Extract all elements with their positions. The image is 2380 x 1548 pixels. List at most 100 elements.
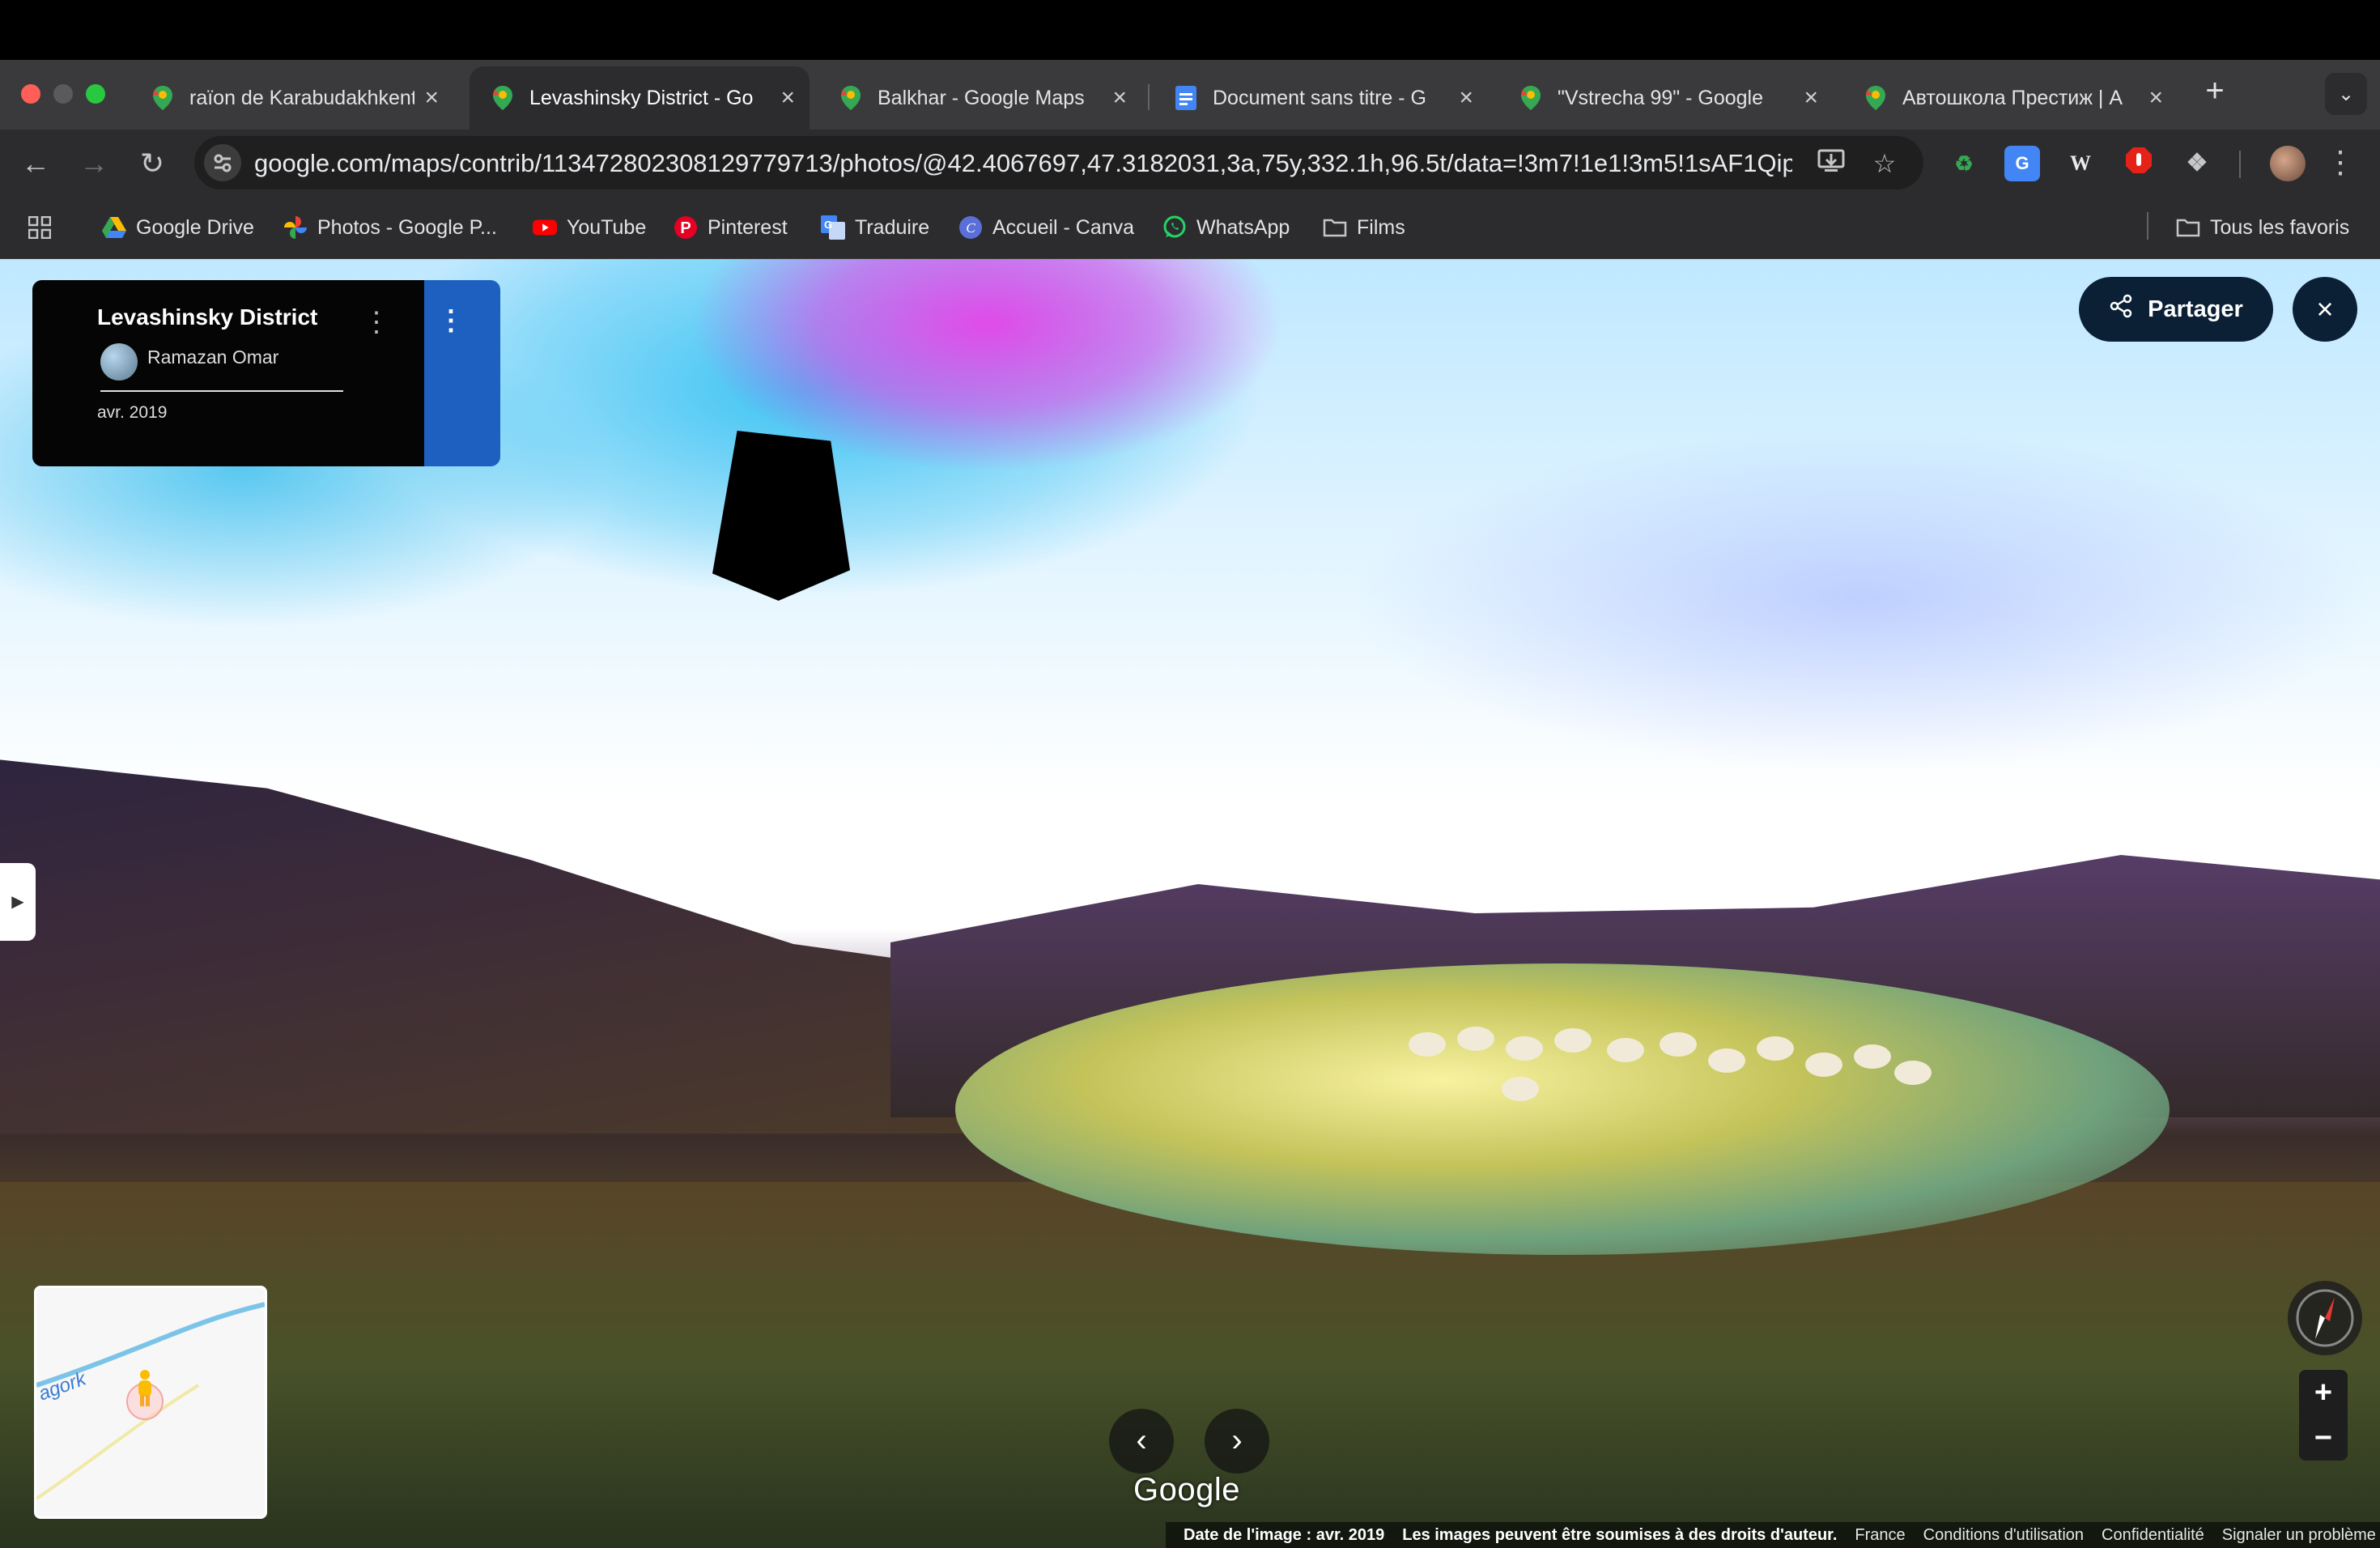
tab-karabudakhkent[interactable]: raïon de Karabudakhkent ×: [130, 66, 453, 130]
privacy-link[interactable]: Confidentialité: [2102, 1526, 2204, 1545]
wikipedia-extension-icon[interactable]: W: [2063, 146, 2098, 181]
bookmark-folder-films[interactable]: Films: [1323, 209, 1405, 246]
youtube-icon: [533, 215, 557, 240]
terms-link[interactable]: Conditions d'utilisation: [1923, 1526, 2084, 1545]
sheep: [1894, 1061, 1932, 1085]
bookmark-star-icon[interactable]: ☆: [1867, 146, 1902, 181]
share-icon: [2109, 294, 2133, 325]
report-problem-link[interactable]: Signaler un problème: [2222, 1526, 2376, 1545]
share-label: Partager: [2148, 296, 2243, 322]
bookmark-canva[interactable]: C Accueil - Canva: [958, 209, 1134, 246]
tab-title: "Vstrecha 99" - Google: [1558, 86, 1763, 109]
previous-photo-button[interactable]: ‹: [1109, 1409, 1174, 1474]
browser-menu-button[interactable]: ⋮: [2325, 144, 2356, 183]
close-icon[interactable]: ×: [1459, 84, 1473, 112]
minimap[interactable]: agork: [34, 1286, 267, 1519]
arrow-left-icon: ←: [21, 147, 50, 180]
tab-title: Levashinsky District - Go: [529, 86, 754, 109]
new-tab-button[interactable]: +: [2197, 73, 2233, 108]
google-photos-icon: [283, 215, 308, 240]
close-icon[interactable]: ×: [1804, 84, 1818, 112]
sheep: [1805, 1053, 1842, 1077]
bookmark-label: Photos - Google P...: [317, 215, 497, 239]
apps-button[interactable]: [28, 209, 62, 246]
maximize-window-button[interactable]: [86, 84, 105, 104]
sheep: [1660, 1032, 1697, 1057]
arrow-right-icon: →: [79, 147, 108, 180]
tab-vstrecha[interactable]: "Vstrecha 99" - Google ×: [1498, 66, 1833, 130]
install-app-icon[interactable]: [1813, 146, 1849, 181]
pinterest-icon: P: [674, 215, 698, 240]
google-docs-icon: [1174, 86, 1198, 110]
close-icon[interactable]: ×: [424, 84, 439, 112]
close-window-button[interactable]: [21, 84, 40, 104]
back-button[interactable]: ←: [15, 142, 57, 185]
bookmark-youtube[interactable]: YouTube: [533, 209, 646, 246]
forward-button[interactable]: →: [73, 142, 115, 185]
next-photo-button[interactable]: ›: [1205, 1409, 1269, 1474]
bookmark-label: Tous les favoris: [2210, 215, 2350, 239]
canva-icon: C: [958, 215, 983, 240]
close-icon[interactable]: ×: [2148, 84, 2163, 112]
place-title[interactable]: Levashinsky District: [97, 304, 317, 330]
tab-avtoshkola[interactable]: Автошкола Престиж | А ×: [1842, 66, 2178, 130]
sheep: [1757, 1036, 1794, 1061]
tab-title: raïon de Karabudakhkent: [189, 86, 415, 109]
svg-text:G: G: [824, 219, 832, 231]
close-viewer-button[interactable]: ×: [2293, 277, 2357, 342]
image-date: Date de l'image : avr. 2019: [1184, 1525, 1385, 1544]
expand-side-panel-button[interactable]: ▶: [0, 863, 36, 941]
puzzle-extensions-icon[interactable]: ❖: [2179, 146, 2215, 181]
reload-button[interactable]: ↻: [131, 142, 173, 185]
compass-button[interactable]: [2288, 1281, 2362, 1355]
more-vert-icon: ⋮: [2325, 146, 2356, 180]
google-translate-extension-icon[interactable]: G: [2004, 146, 2040, 181]
svg-text:P: P: [680, 219, 691, 237]
card-more-button[interactable]: ⋮: [363, 306, 390, 342]
recycle-extension-icon[interactable]: ♻: [1946, 146, 1982, 181]
lens-obstruction: [712, 431, 850, 601]
sheep: [1607, 1038, 1644, 1062]
tab-separator: [1148, 84, 1150, 110]
bookmark-pinterest[interactable]: P Pinterest: [674, 209, 788, 246]
toolbar-separator: [2239, 151, 2241, 178]
bookmark-google-photos[interactable]: Photos - Google P...: [283, 209, 497, 246]
google-maps-icon: [151, 86, 175, 110]
tab-document[interactable]: Document sans titre - G ×: [1153, 66, 1488, 130]
bookmark-traduire[interactable]: G Traduire: [821, 209, 929, 246]
copyright-notice: Les images peuvent être soumises à des d…: [1402, 1525, 1838, 1544]
compass-icon: [2296, 1289, 2354, 1347]
url-text[interactable]: google.com/maps/contrib/1134728023081297…: [254, 146, 1792, 181]
tab-title: Balkhar - Google Maps: [878, 86, 1085, 109]
site-info-button[interactable]: [204, 144, 241, 181]
close-icon[interactable]: ×: [780, 84, 795, 112]
google-maps-icon: [1864, 86, 1888, 110]
country-link[interactable]: France: [1855, 1526, 1905, 1545]
author-name[interactable]: Ramazan Omar: [147, 347, 278, 368]
tab-balkhar[interactable]: Balkhar - Google Maps ×: [818, 66, 1141, 130]
card-more-button-secondary[interactable]: ⋮: [437, 304, 465, 340]
zoom-out-button[interactable]: −: [2299, 1415, 2348, 1461]
google-translate-icon: G: [821, 215, 845, 240]
google-logo: Google: [1133, 1472, 1240, 1508]
sheep: [1854, 1044, 1891, 1069]
google-maps-icon: [491, 86, 515, 110]
share-button[interactable]: Partager: [2079, 277, 2273, 342]
reload-icon: ↻: [139, 147, 165, 180]
author-avatar[interactable]: [100, 343, 138, 381]
close-icon[interactable]: ×: [1112, 84, 1127, 112]
bookmark-folder-all[interactable]: Tous les favoris: [2176, 209, 2349, 246]
zoom-in-button[interactable]: +: [2299, 1370, 2348, 1415]
bookmark-google-drive[interactable]: Google Drive: [102, 209, 254, 246]
tab-search-button[interactable]: ⌄: [2325, 73, 2367, 115]
zoom-controls: + −: [2299, 1370, 2348, 1461]
bookmark-whatsapp[interactable]: WhatsApp: [1162, 209, 1290, 246]
google-drive-icon: [102, 215, 126, 240]
tune-icon: [214, 154, 232, 172]
sheep: [1502, 1077, 1539, 1101]
minimize-window-button[interactable]: [53, 84, 73, 104]
adblock-extension-icon[interactable]: [2121, 146, 2157, 181]
pegman-icon[interactable]: [134, 1369, 156, 1410]
tab-levashinsky[interactable]: Levashinsky District - Go ×: [470, 66, 810, 130]
profile-avatar[interactable]: [2270, 146, 2306, 181]
